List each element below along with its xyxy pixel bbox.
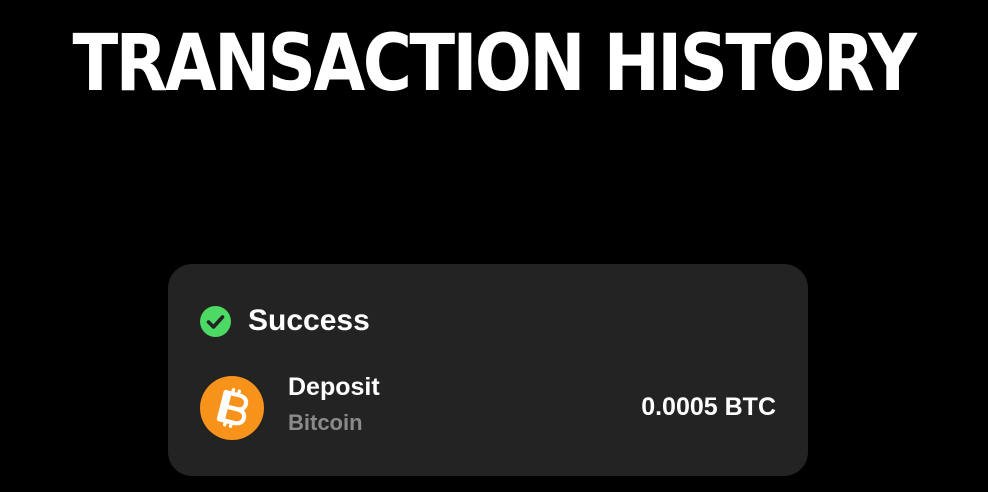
check-circle-icon	[200, 305, 231, 337]
status-label: Success	[248, 304, 370, 337]
asset-name: Bitcoin	[288, 410, 363, 435]
transaction-type: Deposit	[288, 373, 380, 401]
status-row: Success	[200, 304, 370, 338]
bitcoin-icon	[200, 376, 264, 440]
page-title: TRANSACTION HISTORY	[72, 19, 916, 109]
transaction-card[interactable]: Success Deposit Bitcoin 0.0005 BTC	[168, 264, 808, 476]
transaction-amount: 0.0005 BTC	[641, 393, 776, 421]
transaction-info: Deposit Bitcoin	[288, 372, 380, 436]
